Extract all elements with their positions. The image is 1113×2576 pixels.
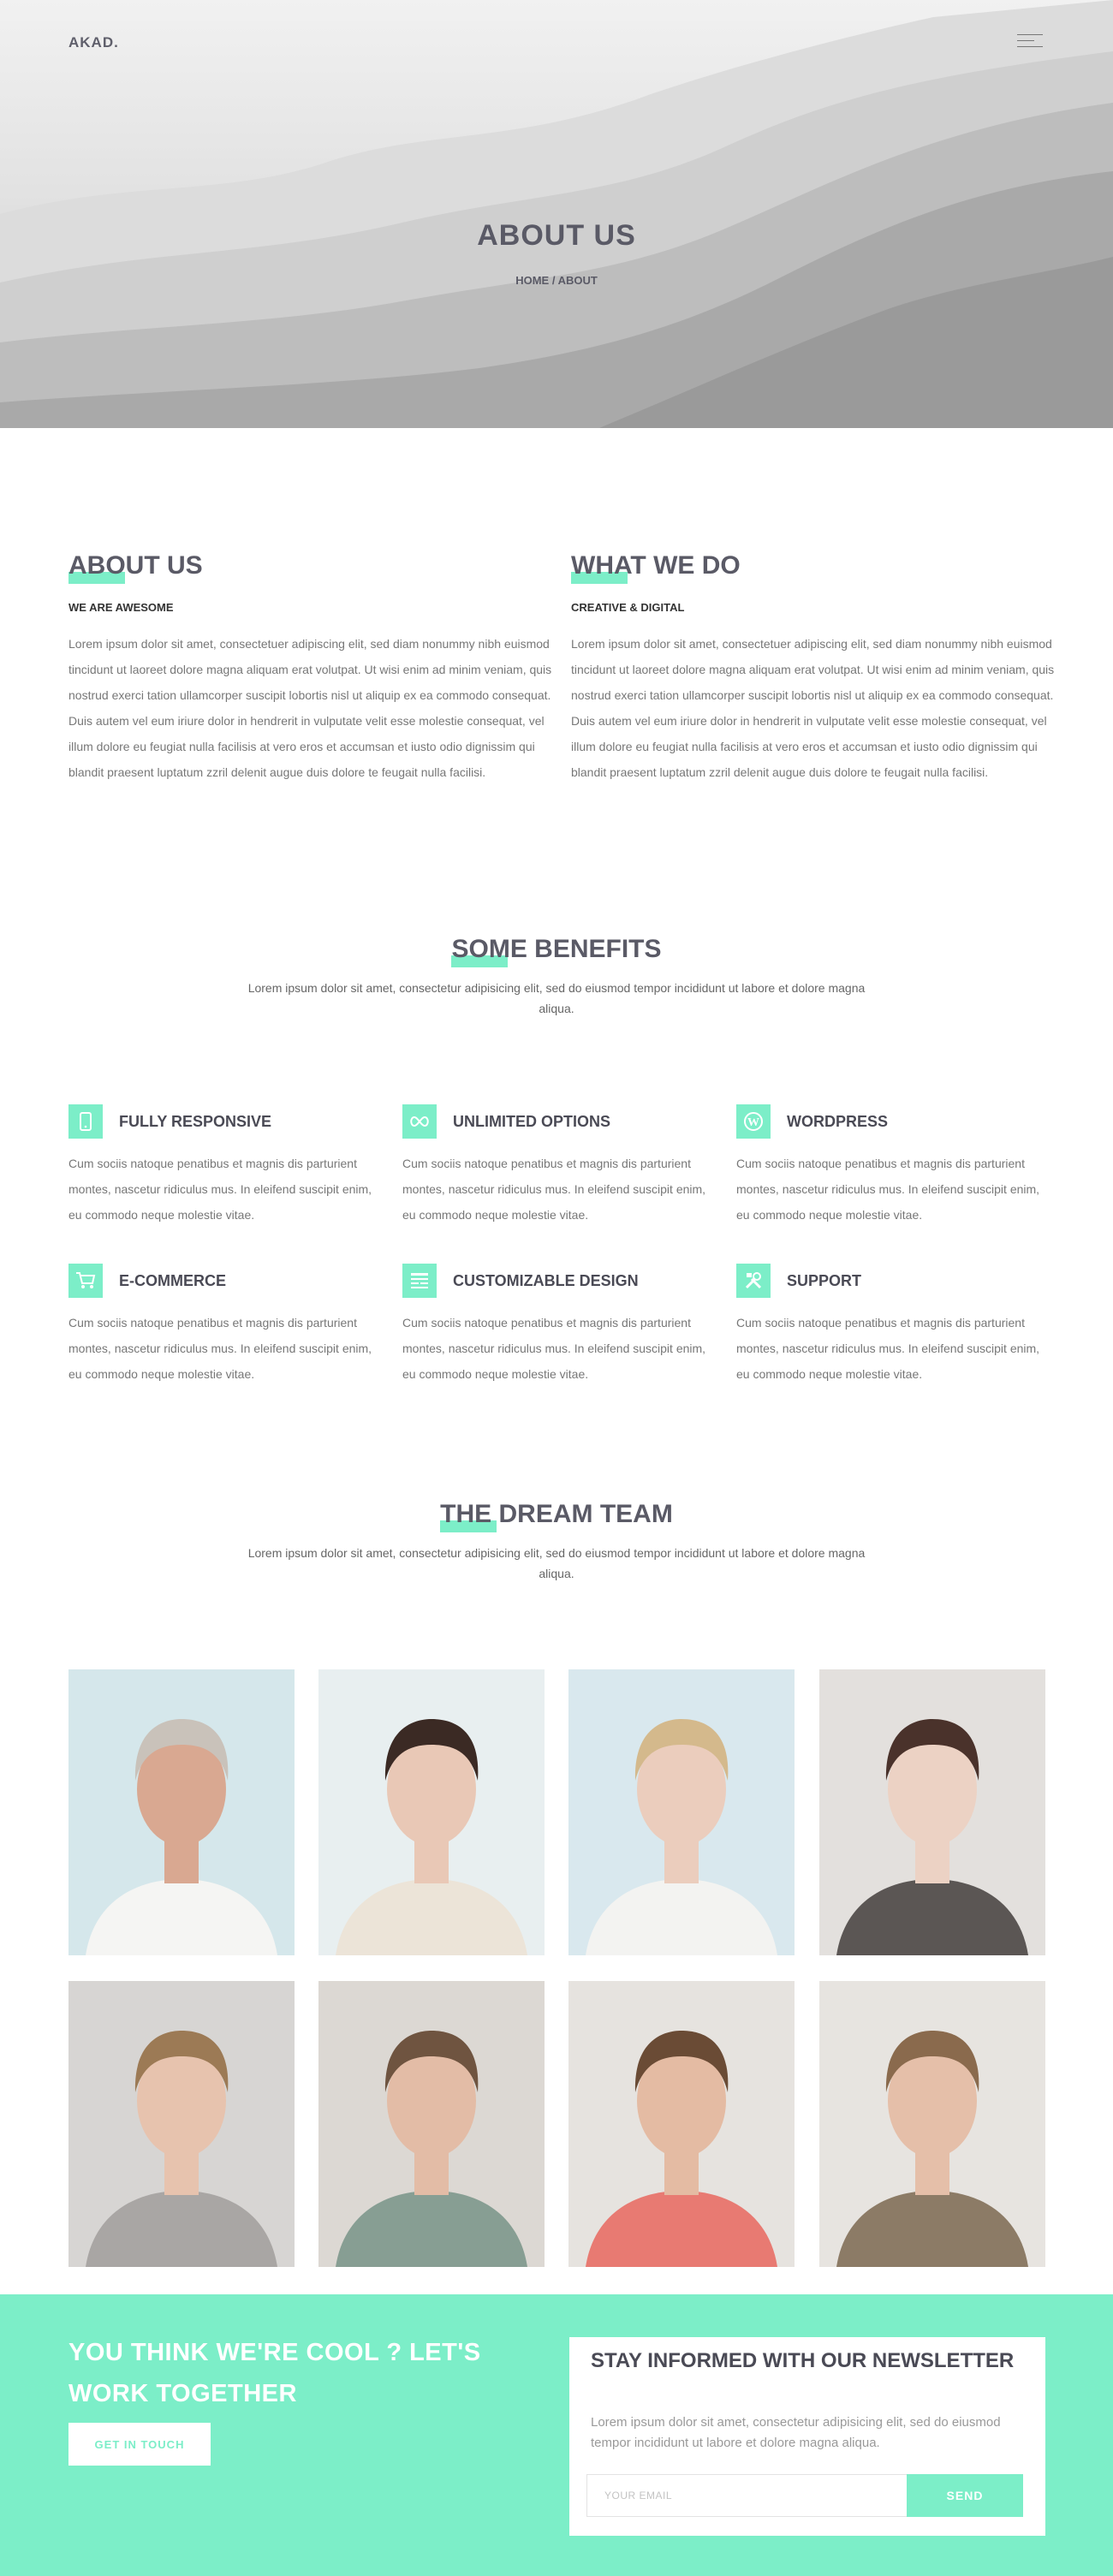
newsletter-heading: STAY INFORMED WITH OUR NEWSLETTER [591, 2349, 1015, 2372]
benefit-title: FULLY RESPONSIVE [119, 1112, 272, 1130]
about-us-subheading: WE ARE AWESOME [68, 601, 174, 614]
cta-heading: YOU THINK WE'RE COOL ? LET'S WORK TOGETH… [68, 2339, 481, 2407]
team-member-photo[interactable] [318, 1669, 545, 1955]
benefit-unlimited-options: UNLIMITED OPTIONS Cum sociis natoque pen… [402, 1104, 719, 1228]
breadcrumb-separator: / [551, 274, 556, 287]
layout-design-icon [402, 1264, 437, 1298]
benefit-responsive: FULLY RESPONSIVE Cum sociis natoque pena… [68, 1104, 385, 1228]
tools-icon [736, 1264, 771, 1298]
team-heading: THE DREAM TEAM [440, 1500, 673, 1532]
team-member-photo[interactable] [568, 1981, 795, 2267]
team-member-photo[interactable] [68, 1981, 295, 2267]
benefits-header: SOME BENEFITS Lorem ipsum dolor sit amet… [0, 935, 1113, 1019]
svg-text:W: W [747, 1116, 759, 1129]
team-member-photo[interactable] [318, 1981, 545, 2267]
newsletter-text: Lorem ipsum dolor sit amet, consectetur … [591, 2415, 1001, 2450]
mobile-phone-icon [68, 1104, 103, 1139]
team-member-photo[interactable] [568, 1669, 795, 1955]
about-us-text: Lorem ipsum dolor sit amet, consectetuer… [68, 637, 552, 779]
benefit-text: Cum sociis natoque penatibus et magnis d… [68, 1316, 372, 1381]
benefit-ecommerce: E-COMMERCE Cum sociis natoque penatibus … [68, 1264, 385, 1387]
what-we-do-subheading: CREATIVE & DIGITAL [571, 601, 685, 614]
team-header: THE DREAM TEAM Lorem ipsum dolor sit ame… [0, 1500, 1113, 1584]
benefit-customizable-design: CUSTOMIZABLE DESIGN Cum sociis natoque p… [402, 1264, 719, 1387]
page-title: ABOUT US [477, 219, 636, 252]
team-member-photo[interactable] [819, 1669, 1045, 1955]
shopping-cart-icon [68, 1264, 103, 1298]
benefit-text: Cum sociis natoque penatibus et magnis d… [68, 1157, 372, 1222]
what-we-do-text: Lorem ipsum dolor sit amet, consectetuer… [571, 637, 1055, 779]
cta-section: YOU THINK WE'RE COOL ? LET'S WORK TOGETH… [0, 2294, 1113, 2576]
benefit-support: SUPPORT Cum sociis natoque penatibus et … [736, 1264, 1053, 1387]
breadcrumb-home-link[interactable]: HOME [515, 274, 549, 287]
benefit-text: Cum sociis natoque penatibus et magnis d… [402, 1316, 706, 1381]
team-member-photo[interactable] [819, 1981, 1045, 2267]
breadcrumb-current: ABOUT [557, 274, 598, 287]
benefit-text: Cum sociis natoque penatibus et magnis d… [736, 1157, 1040, 1222]
get-in-touch-button[interactable]: GET IN TOUCH [68, 2423, 211, 2466]
benefit-wordpress: W WORDPRESS Cum sociis natoque penatibus… [736, 1104, 1053, 1228]
email-input[interactable] [586, 2474, 908, 2517]
benefit-title: SUPPORT [787, 1271, 862, 1289]
benefit-title: CUSTOMIZABLE DESIGN [453, 1271, 639, 1289]
benefit-text: Cum sociis natoque penatibus et magnis d… [402, 1157, 706, 1222]
about-us-heading: ABOUT US [68, 551, 203, 584]
benefit-title: UNLIMITED OPTIONS [453, 1112, 610, 1130]
what-we-do-heading: WHAT WE DO [571, 551, 741, 584]
benefit-title: E-COMMERCE [119, 1271, 226, 1289]
team-intro: Lorem ipsum dolor sit amet, consectetur … [247, 1546, 866, 1580]
hamburger-menu-icon[interactable] [1017, 34, 1043, 51]
about-us-column: ABOUT US WE ARE AWESOME Lorem ipsum dolo… [68, 551, 556, 785]
benefits-heading: SOME BENEFITS [451, 935, 662, 967]
breadcrumb: HOME / ABOUT [0, 274, 1113, 287]
wordpress-icon: W [736, 1104, 771, 1139]
mountain-background-image [0, 0, 1113, 428]
send-button[interactable]: SEND [907, 2474, 1023, 2517]
site-logo[interactable]: AKAD. [68, 34, 119, 51]
benefit-title: WORDPRESS [787, 1112, 889, 1130]
newsletter-box: STAY INFORMED WITH OUR NEWSLETTER Lorem … [569, 2337, 1045, 2536]
hero-banner: AKAD. ABOUT US HOME / ABOUT [0, 0, 1113, 428]
infinity-icon [402, 1104, 437, 1139]
team-member-photo[interactable] [68, 1669, 295, 1955]
benefit-text: Cum sociis natoque penatibus et magnis d… [736, 1316, 1040, 1381]
benefits-intro: Lorem ipsum dolor sit amet, consectetur … [247, 981, 866, 1015]
what-we-do-column: WHAT WE DO CREATIVE & DIGITAL Lorem ipsu… [571, 551, 1059, 785]
